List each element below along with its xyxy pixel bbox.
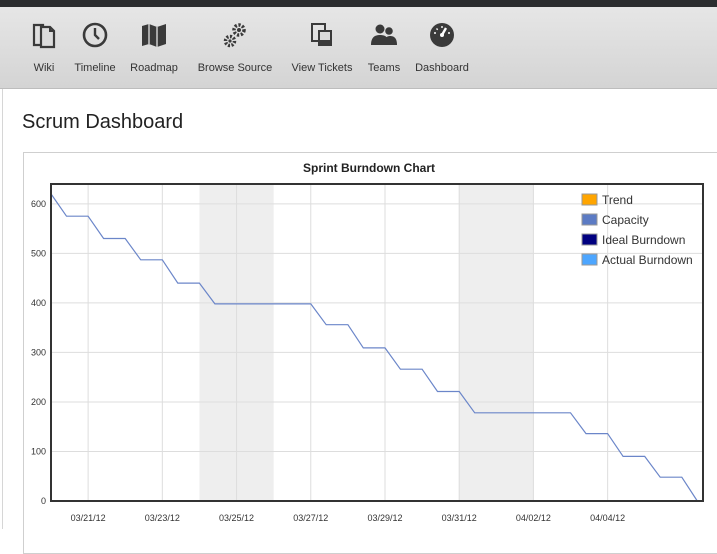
- top-bar: [0, 0, 717, 7]
- x-tick-label: 03/23/12: [145, 513, 180, 523]
- legend-label: Ideal Burndown: [602, 233, 685, 247]
- y-axis-ticks: 0 100 200 300 400 500 600: [31, 199, 46, 506]
- y-tick-label: 0: [41, 496, 46, 506]
- y-tick-label: 200: [31, 397, 46, 407]
- nav-label-dashboard: Dashboard: [415, 62, 469, 74]
- users-icon: [371, 24, 397, 45]
- y-tick-label: 100: [31, 446, 46, 456]
- y-tick-label: 500: [31, 248, 46, 258]
- nav-item-browse-source[interactable]: Browse Source: [197, 7, 273, 88]
- nav-label-wiki: Wiki: [33, 62, 55, 74]
- y-tick-label: 400: [31, 298, 46, 308]
- burndown-chart-panel: Sprint Burndown Chart 0 100 200 300 400 500 60…: [23, 152, 717, 554]
- nav-label-timeline: Timeline: [74, 62, 116, 74]
- nav-item-roadmap[interactable]: Roadmap: [128, 7, 180, 88]
- main-navigation: Wiki Timeline Roadmap Browse Source View…: [0, 7, 717, 89]
- x-tick-label: 03/21/12: [71, 513, 106, 523]
- x-tick-label: 03/25/12: [219, 513, 254, 523]
- x-axis-ticks: 03/21/12 03/23/12 03/25/12 03/27/12 03/29/12…: [71, 513, 626, 523]
- legend-label: Actual Burndown: [602, 253, 693, 267]
- nav-label-teams: Teams: [367, 62, 401, 74]
- chart-grid: [51, 184, 703, 502]
- weekend-band: [459, 184, 534, 501]
- weekend-bands: [199, 184, 534, 501]
- nav-label-browse-source: Browse Source: [197, 62, 273, 74]
- nav-label-roadmap: Roadmap: [130, 62, 178, 74]
- tickets-icon: [311, 23, 332, 46]
- nav-item-teams[interactable]: Teams: [364, 7, 404, 88]
- legend-swatch: [581, 213, 598, 226]
- chart-title: Sprint Burndown Chart: [303, 161, 435, 175]
- gears-icon: [223, 23, 246, 48]
- wiki-icon: [32, 23, 56, 49]
- y-tick-label: 300: [31, 347, 46, 357]
- clock-icon: [82, 22, 108, 48]
- nav-item-timeline[interactable]: Timeline: [74, 7, 116, 88]
- chart-series: [50, 193, 698, 502]
- x-tick-label: 03/29/12: [367, 513, 402, 523]
- main-content: Scrum Dashboard Sprint Burndown Chart 0 1…: [2, 89, 717, 554]
- legend-label: Trend: [602, 193, 633, 207]
- gauge-icon: [430, 23, 454, 47]
- x-tick-label: 03/31/12: [442, 513, 477, 523]
- nav-item-wiki[interactable]: Wiki: [24, 7, 64, 88]
- nav-item-dashboard[interactable]: Dashboard: [414, 7, 470, 88]
- plot-frame: [50, 183, 704, 502]
- legend-swatch: [581, 253, 598, 266]
- nav-item-view-tickets[interactable]: View Tickets: [290, 7, 354, 88]
- x-tick-label: 04/04/12: [590, 513, 625, 523]
- legend-swatch: [581, 193, 598, 206]
- y-tick-label: 600: [31, 199, 46, 209]
- map-icon: [142, 24, 166, 47]
- x-tick-label: 04/02/12: [516, 513, 551, 523]
- legend-swatch: [581, 233, 598, 246]
- nav-label-view-tickets: View Tickets: [291, 62, 353, 74]
- legend-label: Capacity: [602, 213, 649, 227]
- series-line-actual-burndown: [50, 193, 698, 502]
- page-title: Scrum Dashboard: [22, 111, 184, 133]
- burndown-chart: Sprint Burndown Chart 0 100 200 300 400 500 60…: [31, 161, 704, 523]
- x-tick-label: 03/27/12: [293, 513, 328, 523]
